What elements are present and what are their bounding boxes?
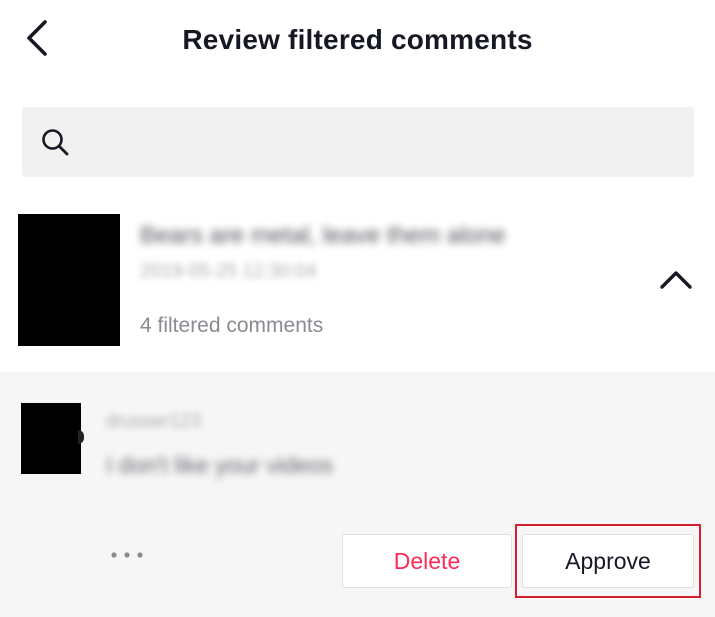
avatar-edge <box>78 430 84 444</box>
approve-button[interactable]: Approve <box>522 534 694 588</box>
search-input[interactable] <box>70 106 694 178</box>
avatar[interactable] <box>21 403 81 474</box>
video-caption: Bears are metal, leave them alone <box>140 222 506 249</box>
more-options-button[interactable] <box>106 544 148 568</box>
filtered-comment: drusser123 I don't like your videos Dele… <box>0 372 715 617</box>
more-horizontal-icon <box>109 547 145 565</box>
search-icon <box>40 127 70 157</box>
page-title: Review filtered comments <box>182 24 533 55</box>
comment-username: drusser123 <box>106 411 202 432</box>
collapse-button[interactable] <box>652 262 700 302</box>
header: Review filtered comments <box>0 0 715 82</box>
filtered-comments-screen: Review filtered comments Bears are metal… <box>0 0 715 617</box>
delete-button[interactable]: Delete <box>342 534 512 588</box>
search-bar[interactable] <box>22 106 694 178</box>
comment-text: I don't like your videos <box>106 452 333 478</box>
chevron-up-icon <box>659 269 693 296</box>
video-date: 2019-05-25 12:30:04 <box>140 261 317 282</box>
filtered-count: 4 filtered comments <box>140 314 324 337</box>
video-item[interactable]: Bears are metal, leave them alone 2019-0… <box>0 200 715 370</box>
video-thumbnail[interactable] <box>18 214 120 346</box>
